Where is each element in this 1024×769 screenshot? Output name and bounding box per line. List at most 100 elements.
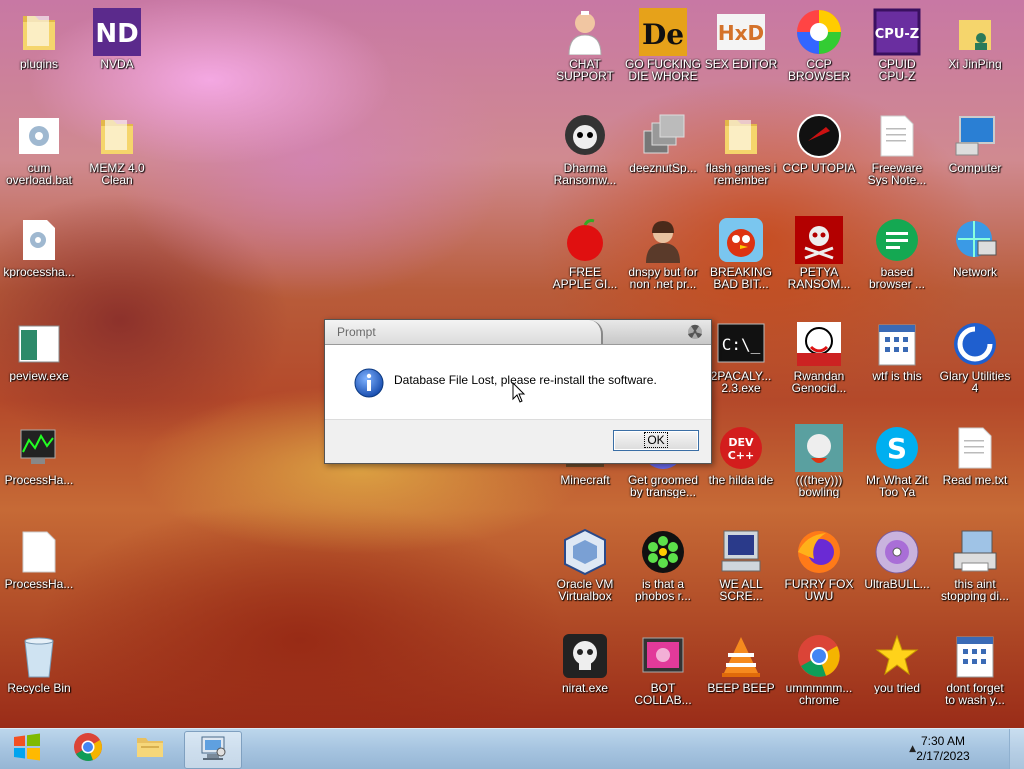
desktop-icon-label: dont forget to wash y... [945, 682, 1005, 706]
desktop-icon-deeznutsp[interactable]: deeznutSp... [623, 106, 703, 206]
recycle-bin-icon [15, 632, 63, 680]
desktop-icon-label: plugins [19, 58, 59, 70]
red-skull-icon [795, 216, 843, 264]
desktop-icon-beep-beep[interactable]: BEEP BEEP [701, 626, 781, 726]
desktop-icon-xi-jinping[interactable]: Xi JinPing [935, 2, 1015, 102]
desktop-icon-nirat-exe[interactable]: nirat.exe [545, 626, 625, 726]
desktop-icon-oracle-vm-virtualbox[interactable]: Oracle VM Virtualbox [545, 522, 625, 622]
desktop-icon-label: MEMZ 4.0 Clean [89, 162, 145, 186]
desktop-icon-ccp-utopia[interactable]: CCP UTOPIA [779, 106, 859, 206]
desktop-icon-2pacaly-2-3-exe[interactable]: C:\_ 2PACALY... 2.3.exe [701, 314, 781, 414]
doctor-icon [561, 8, 609, 56]
desktop-icon-label: WE ALL SCRE... [719, 578, 763, 602]
desktop-icon-dont-forget-to-wash-y[interactable]: dont forget to wash y... [935, 626, 1015, 726]
desktop-icon-you-tried[interactable]: you tried [857, 626, 937, 726]
taskbar-chrome-button[interactable] [60, 731, 116, 767]
desktop-icon-is-that-a-phobos-r[interactable]: is that a phobos r... [623, 522, 703, 622]
desktop-icon-memz-4-0-clean[interactable]: MEMZ 4.0 Clean [77, 106, 157, 206]
ok-button[interactable]: OK [613, 430, 699, 451]
browser-icon [795, 8, 843, 56]
desktop-icon-label: Get groomed by transge... [627, 474, 699, 498]
desktop-icon-sex-editor[interactable]: HxD SEX EDITOR [701, 2, 781, 102]
star-icon [873, 632, 921, 680]
desktop-icon-dnspy-but-for-non-net-pr[interactable]: dnspy but for non .net pr... [623, 210, 703, 310]
virtualbox-icon [561, 528, 609, 576]
desktop-icon-label: Read me.txt [942, 474, 1008, 486]
show-desktop-button[interactable] [1009, 729, 1024, 769]
desktop-icon-label: NVDA [100, 58, 134, 70]
desktop-icon-network[interactable]: Network [935, 210, 1015, 310]
desktop-icon-read-me-txt[interactable]: Read me.txt [935, 418, 1015, 518]
process-monitor-icon [15, 424, 63, 472]
taskbar: ▲ 7:30 AM 2/17/2023 [0, 728, 1024, 769]
desktop-icon-glary-utilities-4[interactable]: Glary Utilities 4 [935, 314, 1015, 414]
svg-text:C:\_: C:\_ [722, 335, 761, 354]
desktop-icon-ccp-browser[interactable]: CCP BROWSER [779, 2, 859, 102]
control-panel-icon [197, 732, 229, 768]
desktop-icon-cpuid-cpu-z[interactable]: CPU-Z CPUID CPU-Z [857, 2, 937, 102]
desktop-icon-chat-support[interactable]: CHAT SUPPORT [545, 2, 625, 102]
desktop-icon-processha[interactable]: ProcessHa... [0, 418, 79, 518]
desktop-icon-computer[interactable]: Computer [935, 106, 1015, 206]
file-explorer-icon [134, 731, 166, 767]
desktop-icon-label: Computer [948, 162, 1002, 174]
desktop-icon-peview-exe[interactable]: peview.exe [0, 314, 79, 414]
desktop-icon-plugins[interactable]: plugins [0, 2, 79, 102]
desktop-icon-label: wtf is this [872, 370, 922, 382]
peview-icon [15, 320, 63, 368]
taskbar-explorer-button[interactable] [122, 731, 178, 767]
chrome-icon [795, 632, 843, 680]
desktop-icon-rwandan-genocid[interactable]: Rwandan Genocid... [779, 314, 859, 414]
hxd-icon: HxD [717, 8, 765, 56]
dialog-titlebar[interactable]: Prompt [325, 320, 711, 345]
start-button[interactable] [0, 731, 54, 767]
desktop-icon-mr-what-zit-too-ya[interactable]: S Mr What Zit Too Ya [857, 418, 937, 518]
cpuz-icon: CPU-Z [873, 8, 921, 56]
desktop-icon-this-aint-stopping-di[interactable]: this aint stopping di... [935, 522, 1015, 622]
desktop-icon-flash-games-i-remember[interactable]: flash games i remember [701, 106, 781, 206]
desktop-icon-label: ProcessHa... [4, 474, 74, 486]
desktop-icon-freeware-sys-note[interactable]: Freeware Sys Note... [857, 106, 937, 206]
desktop-icon-wtf-is-this[interactable]: wtf is this [857, 314, 937, 414]
desktop-icon-they-bowling[interactable]: (((they))) bowling [779, 418, 859, 518]
desktop-icon-furry-fox-uwu[interactable]: FURRY FOX UWU [779, 522, 859, 622]
desktop-icon-petya-ransom[interactable]: PETYA RANSOM... [779, 210, 859, 310]
desktop-icon-we-all-scre[interactable]: WE ALL SCRE... [701, 522, 781, 622]
text-file-icon [873, 112, 921, 160]
desktop-icon-nvda[interactable]: ND NVDA [77, 2, 157, 102]
computer-icon [951, 112, 999, 160]
calendar-icon [873, 320, 921, 368]
desktop-icon-processha[interactable]: ProcessHa... [0, 522, 79, 622]
old-computer-icon [717, 528, 765, 576]
desktop-icon-ultrabull[interactable]: UltraBULL... [857, 522, 937, 622]
desktop-icon-the-hilda-ide[interactable]: DEV C++ the hilda ide [701, 418, 781, 518]
ok-button-label: OK [644, 432, 668, 448]
desktop-icon-kprocessha[interactable]: kprocessha... [0, 210, 79, 310]
network-icon [951, 216, 999, 264]
svg-text:DEV: DEV [728, 436, 754, 449]
text-file-icon [951, 424, 999, 472]
desktop-icon-label: this aint stopping di... [940, 578, 1010, 602]
folder-icon [93, 112, 141, 160]
desktop-icon-go-fucking-die-whore[interactable]: De GO FUCKING DIE WHORE [623, 2, 703, 102]
firefox-icon [795, 528, 843, 576]
desktop-icon-based-browser[interactable]: based browser ... [857, 210, 937, 310]
media-icon [639, 632, 687, 680]
desktop-icon-breaking-bad-bit[interactable]: BREAKING BAD BIT... [701, 210, 781, 310]
desktop-icon-label: dnspy but for non .net pr... [628, 266, 698, 290]
terminal-icon: C:\_ [717, 320, 765, 368]
taskbar-control-panel-button[interactable] [184, 731, 242, 769]
desktop-icon-dharma-ransomw[interactable]: Dharma Ransomw... [545, 106, 625, 206]
desktop-icon-ummmmm-chrome[interactable]: ummmmm... chrome [779, 626, 859, 726]
red-circle-icon [795, 112, 843, 160]
calendar-icon [951, 632, 999, 680]
skype-icon: S [873, 424, 921, 472]
desktop-icon-label: you tried [873, 682, 921, 694]
desktop-icon-free-apple-gi[interactable]: FREE APPLE GI... [545, 210, 625, 310]
system-clock[interactable]: 7:30 AM 2/17/2023 [898, 734, 988, 764]
desktop-icon-cum-overload-bat[interactable]: cum overload.bat [0, 106, 79, 206]
desktop-icon-recycle-bin[interactable]: Recycle Bin [0, 626, 79, 726]
clock-time: 7:30 AM [920, 734, 966, 748]
desktop-icon-label: UltraBULL... [864, 578, 930, 590]
desktop-icon-bot-collab[interactable]: BOT COLLAB... [623, 626, 703, 726]
